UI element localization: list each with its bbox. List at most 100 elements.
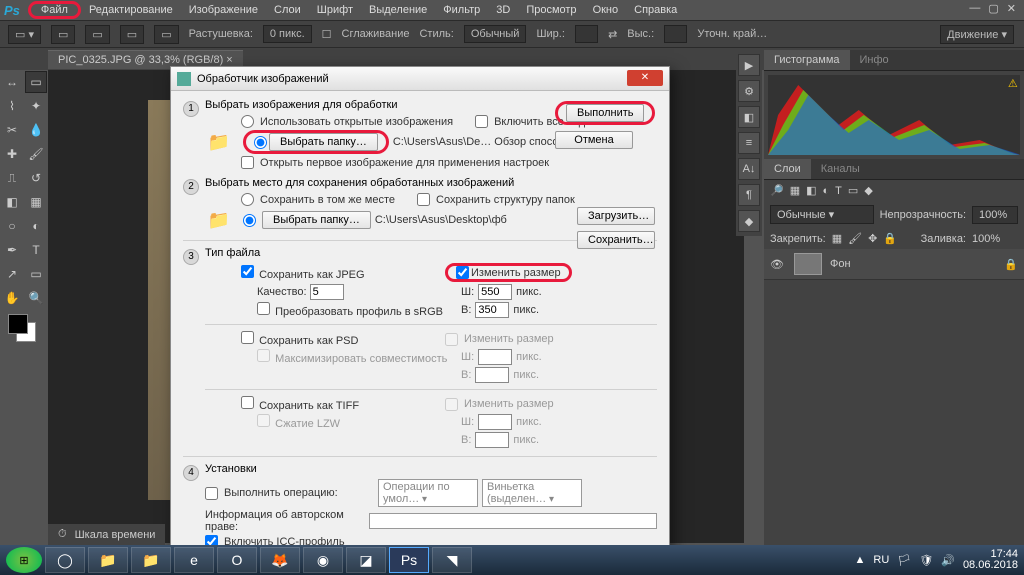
tray-icon-3[interactable]: 🔊 (941, 554, 955, 567)
width-input[interactable] (478, 284, 512, 300)
tool-preset[interactable]: ▭ ▾ (8, 25, 41, 44)
brush-tool[interactable]: 🖌 (25, 143, 47, 165)
filter-pixel-icon[interactable]: ◧ (806, 184, 816, 197)
lock-trans-icon[interactable]: ▦ (832, 232, 842, 245)
filter-smart-icon[interactable]: ◆ (864, 184, 872, 197)
wand-tool[interactable]: ✦ (25, 95, 47, 117)
taskbar-app-2[interactable]: 📁 (88, 547, 128, 573)
workspace-select[interactable]: Движение ▾ (940, 25, 1014, 44)
filter-icon[interactable]: 🔎 (770, 184, 784, 197)
dodge-tool[interactable]: ◐ (25, 215, 47, 237)
marquee-int[interactable]: ▭ (154, 25, 178, 44)
visibility-icon[interactable]: 👁 (770, 258, 786, 271)
marquee-normal[interactable]: ▭ (51, 25, 75, 44)
lock-pixel-icon[interactable]: 🖌 (848, 232, 862, 245)
menu-file[interactable]: Файл (28, 1, 81, 19)
type-tool[interactable]: T (25, 239, 47, 261)
cancel-button[interactable]: Отмена (555, 131, 633, 149)
close-icon[interactable]: ✕ (1007, 2, 1016, 15)
load-button[interactable]: Загрузить… (577, 207, 655, 225)
panel-icon-5[interactable]: A↓ (738, 158, 760, 180)
tab-layers[interactable]: Слои (764, 159, 811, 179)
tab-info[interactable]: Инфо (850, 50, 899, 70)
taskbar-photoshop[interactable]: Ps (389, 547, 429, 573)
tab-channels[interactable]: Каналы (811, 159, 870, 179)
taskbar-app-4[interactable]: e (174, 547, 214, 573)
filter-shape-icon[interactable]: ▭ (848, 184, 858, 197)
panel-icon-6[interactable]: ¶ (738, 184, 760, 206)
taskbar-app-3[interactable]: 📁 (131, 547, 171, 573)
opacity-value[interactable]: 100% (972, 206, 1018, 224)
menu-3d[interactable]: 3D (488, 2, 518, 18)
antialias-check[interactable]: ☐ (322, 28, 332, 41)
action-combo[interactable]: Виньетка (выделен… ▾ (482, 479, 582, 507)
lock-all-icon[interactable]: 🔒 (883, 232, 897, 245)
save-settings-button[interactable]: Сохранить… (577, 231, 655, 249)
path-tool[interactable]: ↗ (1, 263, 23, 285)
include-subfolders-check[interactable] (475, 115, 488, 128)
menu-layers[interactable]: Слои (266, 2, 309, 18)
dialog-close-button[interactable]: ✕ (627, 70, 663, 86)
marquee-add[interactable]: ▭ (85, 25, 109, 44)
marquee-tool[interactable]: ▭ (25, 71, 47, 93)
move-tool[interactable]: ↔ (1, 71, 23, 93)
panel-icon-2[interactable]: ⚙ (738, 80, 760, 102)
menu-window[interactable]: Окно (585, 2, 627, 18)
taskbar-app-7[interactable]: ◉ (303, 547, 343, 573)
maximize-icon[interactable]: ▢ (988, 2, 998, 15)
menu-help[interactable]: Справка (626, 2, 685, 18)
clock[interactable]: 17:44 08.06.2018 (963, 549, 1018, 571)
stamp-tool[interactable]: ⎍ (1, 167, 23, 189)
filter-adj-icon[interactable]: ◐ (823, 185, 830, 197)
height-input[interactable] (475, 302, 509, 318)
blur-tool[interactable]: ○ (1, 215, 23, 237)
hand-tool[interactable]: ✋ (1, 287, 23, 309)
menu-select[interactable]: Выделение (361, 2, 435, 18)
feather-value[interactable]: 0 пикс. (263, 25, 312, 43)
menu-view[interactable]: Просмотр (518, 2, 584, 18)
minimize-icon[interactable]: — (969, 2, 980, 15)
use-open-radio[interactable] (241, 115, 254, 128)
marquee-sub[interactable]: ▭ (120, 25, 144, 44)
eyedropper-tool[interactable]: 💧 (25, 119, 47, 141)
dialog-titlebar[interactable]: Обработчик изображений ✕ (171, 67, 669, 91)
filter-kind-icon[interactable]: ▦ (790, 184, 800, 197)
save-jpeg-check[interactable] (241, 265, 254, 278)
taskbar-app-1[interactable]: ◯ (45, 547, 85, 573)
taskbar-app-8[interactable]: ◪ (346, 547, 386, 573)
heal-tool[interactable]: ✚ (1, 143, 23, 165)
blend-mode[interactable]: Обычные ▾ (770, 205, 874, 224)
select-source-folder-button[interactable]: Выбрать папку… (269, 133, 378, 151)
style-select[interactable]: Обычный (464, 25, 527, 43)
tray-icon-1[interactable]: 🏳 (897, 554, 911, 567)
timeline-panel[interactable]: ⏱ Шкала времени (48, 524, 165, 545)
eraser-tool[interactable]: ◧ (1, 191, 23, 213)
layer-item[interactable]: 👁 Фон 🔒 (764, 249, 1024, 280)
taskbar-app-5[interactable]: O (217, 547, 257, 573)
lasso-tool[interactable]: ⌇ (1, 95, 23, 117)
menu-image[interactable]: Изображение (181, 2, 266, 18)
action-set-combo[interactable]: Операции по умол… ▾ (378, 479, 478, 507)
panel-icon-7[interactable]: ◆ (738, 210, 760, 232)
pen-tool[interactable]: ✒ (1, 239, 23, 261)
taskbar-app-6[interactable]: 🦊 (260, 547, 300, 573)
resize-jpeg-check[interactable] (456, 266, 469, 279)
select-folder-radio[interactable] (254, 136, 267, 149)
tray-icon-2[interactable]: 🛡 (919, 554, 933, 567)
width-field[interactable] (575, 25, 598, 43)
save-tiff-check[interactable] (241, 396, 254, 409)
gradient-tool[interactable]: ▦ (25, 191, 47, 213)
keep-structure-check[interactable] (417, 193, 430, 206)
crop-tool[interactable]: ✂ (1, 119, 23, 141)
run-action-check[interactable] (205, 487, 218, 500)
color-swatch[interactable] (8, 314, 38, 344)
menu-filter[interactable]: Фильтр (435, 2, 488, 18)
save-same-radio[interactable] (241, 193, 254, 206)
copyright-input[interactable] (369, 513, 657, 529)
shape-tool[interactable]: ▭ (25, 263, 47, 285)
panel-icon-3[interactable]: ◧ (738, 106, 760, 128)
menu-edit[interactable]: Редактирование (81, 2, 181, 18)
tab-histogram[interactable]: Гистограмма (764, 50, 850, 70)
history-brush-tool[interactable]: ↺ (25, 167, 47, 189)
tray-up-icon[interactable]: ▲ (855, 554, 866, 566)
